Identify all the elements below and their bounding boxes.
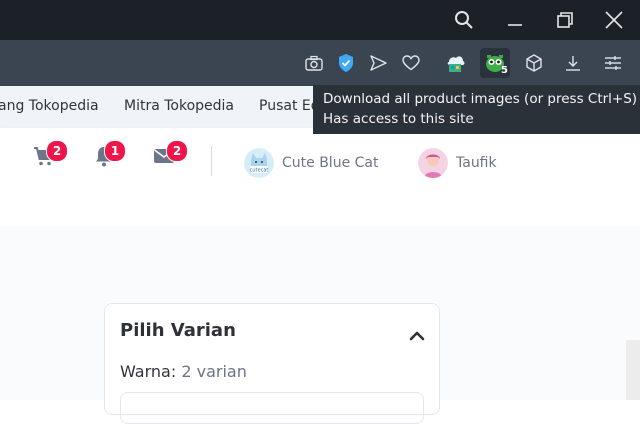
notification-button[interactable]: 1	[92, 140, 126, 168]
camera-icon[interactable]	[299, 48, 329, 78]
notification-count-badge: 1	[104, 140, 126, 162]
close-icon[interactable]	[598, 4, 630, 36]
cart-count-badge: 2	[46, 140, 68, 162]
link-pusat-edukasi[interactable]: Pusat Ed	[259, 98, 320, 114]
variant-option[interactable]	[120, 392, 424, 424]
link-tentang-tokopedia[interactable]: ang Tokopedia	[0, 98, 99, 114]
inbox-button[interactable]: 2	[152, 140, 188, 168]
user-profile[interactable]: Taufik	[418, 148, 497, 178]
extension-tooltip: Download all product images (or press Ct…	[313, 85, 640, 134]
browser-toolbar: 5	[0, 40, 640, 86]
color-label: Warna:	[120, 362, 177, 381]
shop-avatar-text: cutecat	[250, 168, 269, 174]
cloud-extension-icon[interactable]	[440, 48, 470, 78]
header-divider	[211, 146, 212, 176]
site-header: 2 1 2 cutecat Cute Blue Cat Taufik	[0, 128, 640, 226]
send-icon[interactable]	[363, 48, 393, 78]
shield-icon[interactable]	[331, 48, 361, 78]
menu-icon[interactable]	[598, 48, 628, 78]
search-icon[interactable]	[448, 4, 480, 36]
image-downloader-extension-icon[interactable]: 5	[480, 48, 510, 78]
heart-icon[interactable]	[396, 48, 426, 78]
color-value: 2 varian	[181, 362, 247, 381]
minimize-icon[interactable]	[499, 4, 531, 36]
cube-icon[interactable]	[519, 48, 549, 78]
shop-name: Cute Blue Cat	[282, 155, 379, 171]
chevron-up-icon[interactable]	[409, 326, 425, 345]
shop-avatar: cutecat	[244, 148, 274, 178]
shop-profile[interactable]: cutecat Cute Blue Cat	[244, 148, 378, 178]
restore-icon[interactable]	[549, 4, 581, 36]
extension-badge: 5	[501, 65, 508, 76]
variant-card-title: Pilih Varian	[120, 320, 236, 341]
user-name: Taufik	[456, 155, 497, 171]
window-titlebar	[0, 0, 640, 40]
user-avatar	[418, 148, 448, 178]
tooltip-line-2: Has access to this site	[323, 111, 474, 127]
tooltip-line-1: Download all product images (or press Ct…	[323, 91, 638, 107]
download-icon[interactable]	[558, 48, 588, 78]
page-scrollbar[interactable]	[626, 340, 640, 400]
variant-card: Pilih Varian Warna: 2 varian	[104, 303, 440, 424]
color-variant-row: Warna: 2 varian	[120, 362, 247, 381]
link-mitra-tokopedia[interactable]: Mitra Tokopedia	[124, 98, 234, 114]
inbox-count-badge: 2	[166, 140, 188, 162]
cart-button[interactable]: 2	[32, 140, 68, 168]
